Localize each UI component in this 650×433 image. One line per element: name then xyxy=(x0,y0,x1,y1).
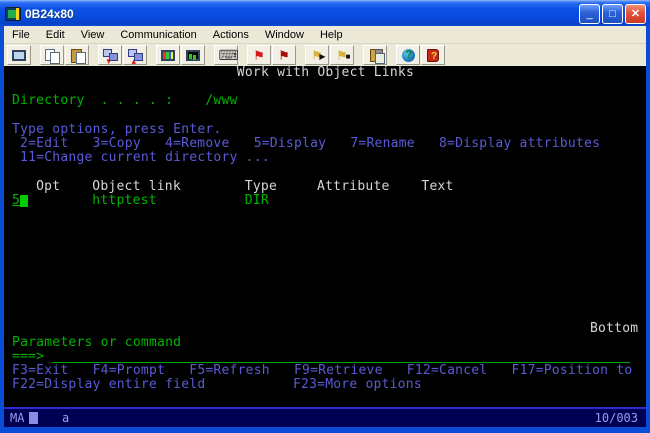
close-button[interactable]: ✕ xyxy=(625,4,646,24)
display-setup-button[interactable] xyxy=(156,45,180,65)
window-client-area: FileEditViewCommunicationActionsWindowHe… xyxy=(0,26,650,433)
web-support-button[interactable] xyxy=(396,45,420,65)
minimize-button[interactable]: _ xyxy=(579,4,600,24)
column-header-object-link: Object link xyxy=(92,180,181,194)
macro-action-glyph: ▶ xyxy=(319,50,325,63)
copy-button[interactable] xyxy=(40,45,64,65)
quit-macro-icon: ⚑■ xyxy=(335,49,350,62)
keyboard-setup-icon: ⌨ xyxy=(219,49,234,62)
command-arrow: ===> xyxy=(12,350,44,364)
column-header-text: Text xyxy=(421,180,453,194)
opt-input-field[interactable]: 5 xyxy=(12,194,20,208)
application-window: 0B24x80 _ □ ✕ FileEditViewCommunicationA… xyxy=(0,0,650,433)
menu-bar: FileEditViewCommunicationActionsWindowHe… xyxy=(4,26,646,44)
receive-file-button[interactable]: ▴ xyxy=(123,45,147,65)
window-title: 0B24x80 xyxy=(25,7,579,21)
display-setup-icon xyxy=(161,50,175,61)
macro-action-glyph: ■ xyxy=(346,50,351,63)
menu-item-communication[interactable]: Communication xyxy=(112,27,204,43)
clipboard-icon xyxy=(370,49,381,62)
menu-item-edit[interactable]: Edit xyxy=(38,27,73,43)
column-header-opt: Opt xyxy=(36,180,60,194)
function-keys-2a: F22=Display entire field xyxy=(12,378,205,392)
clipboard-button[interactable] xyxy=(363,45,387,65)
help-index-icon xyxy=(427,49,439,62)
menu-item-view[interactable]: View xyxy=(73,27,113,43)
keyboard-setup-button[interactable]: ⌨ xyxy=(214,45,238,65)
color-mapping-button[interactable] xyxy=(181,45,205,65)
options-prompt: Type options, press Enter. xyxy=(12,123,221,137)
oia-block-indicator xyxy=(29,412,38,424)
receive-file-icon: ▴ xyxy=(128,49,143,62)
options-list-2: 11=Change current directory ... xyxy=(20,151,270,165)
object-type-value: DIR xyxy=(245,194,269,208)
transfer-arrow-icon: ▾ xyxy=(107,58,112,64)
send-file-to-host-button[interactable]: ▾ xyxy=(98,45,122,65)
transfer-arrow-icon: ▴ xyxy=(132,58,137,64)
terminal-cursor xyxy=(20,195,28,207)
options-list-1: 2=Edit 3=Copy 4=Remove 5=Display 7=Renam… xyxy=(20,137,600,151)
help-index-button[interactable] xyxy=(421,45,445,65)
maximize-button[interactable]: □ xyxy=(602,4,623,24)
function-keys-2b: F23=More options xyxy=(293,378,422,392)
object-link-value: httptest xyxy=(92,194,156,208)
send-file-to-host-icon: ▾ xyxy=(103,49,118,62)
shift-indicator: a xyxy=(62,409,69,427)
bottom-indicator: Bottom xyxy=(590,322,638,336)
menu-item-window[interactable]: Window xyxy=(257,27,312,43)
screen-title: Work with Object Links xyxy=(237,66,414,80)
column-header-attribute: Attribute xyxy=(317,180,390,194)
status-bar: MA a 10/003 xyxy=(4,409,646,427)
cursor-position-indicator: 10/003 xyxy=(595,409,638,427)
new-session-icon xyxy=(12,50,26,61)
quit-macro-button[interactable]: ⚑■ xyxy=(330,45,354,65)
menu-item-file[interactable]: File xyxy=(4,27,38,43)
paste-icon xyxy=(70,49,85,62)
app-icon xyxy=(5,7,21,21)
paste-button[interactable] xyxy=(65,45,89,65)
web-support-icon xyxy=(402,49,415,62)
menu-item-actions[interactable]: Actions xyxy=(205,27,257,43)
play-macro-button[interactable]: ⚑▶ xyxy=(305,45,329,65)
menu-item-help[interactable]: Help xyxy=(312,27,351,43)
color-mapping-icon xyxy=(186,50,200,61)
play-macro-icon: ⚑▶ xyxy=(310,49,325,62)
stop-macro-icon: ⚑ xyxy=(277,49,292,62)
directory-line: Directory . . . . : /www xyxy=(12,94,238,108)
record-macro-button[interactable]: ⚑ xyxy=(247,45,271,65)
stop-macro-button[interactable]: ⚑ xyxy=(272,45,296,65)
record-macro-icon: ⚑ xyxy=(252,49,267,62)
new-session-button[interactable] xyxy=(7,45,31,65)
column-header-type: Type xyxy=(245,180,277,194)
copy-icon xyxy=(45,49,60,62)
terminal-screen[interactable]: Work with Object Links Directory . . . . … xyxy=(4,66,646,407)
toolbar: ▾ ▴ ⌨ ⚑ ⚑ ⚑▶ ⚑■ xyxy=(4,44,646,66)
command-label: Parameters or command xyxy=(12,336,181,350)
command-input-field[interactable] xyxy=(52,350,630,363)
system-available-indicator: MA xyxy=(10,409,24,427)
function-keys-1: F3=Exit F4=Prompt F5=Refresh F9=Retrieve… xyxy=(12,364,632,378)
title-bar[interactable]: 0B24x80 _ □ ✕ xyxy=(0,0,650,26)
